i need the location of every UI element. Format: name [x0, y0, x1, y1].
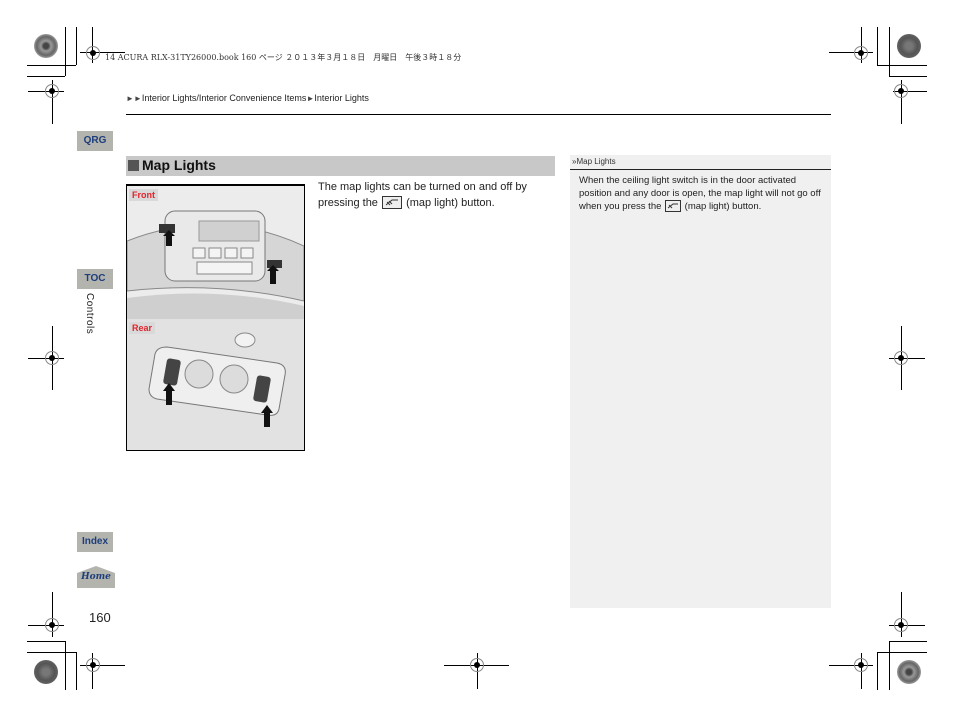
- crop-line: [877, 652, 878, 690]
- front-overhead-console-illustration: [127, 210, 304, 319]
- note-title: »Map Lights: [572, 157, 616, 166]
- qrg-button[interactable]: QRG: [77, 131, 113, 151]
- header-divider: [126, 114, 831, 115]
- map-light-icon: [665, 200, 682, 212]
- registration-mark-icon: [45, 84, 59, 98]
- registration-mark-icon: [854, 46, 868, 60]
- section-body: The map lights can be turned on and off …: [318, 179, 554, 211]
- crop-line: [27, 652, 76, 653]
- crop-line: [27, 76, 65, 77]
- note-divider: [570, 169, 831, 170]
- registration-dial-icon: [34, 660, 58, 684]
- home-label: Home: [81, 572, 111, 582]
- crop-line: [27, 641, 65, 642]
- front-label: Front: [129, 189, 158, 201]
- breadcrumb: ►►Interior Lights/Interior Convenience I…: [126, 93, 369, 103]
- page-number: 160: [89, 610, 111, 625]
- crop-line: [877, 652, 927, 653]
- crop-line: [65, 27, 66, 76]
- crop-line: [76, 652, 77, 690]
- registration-dial-icon: [897, 34, 921, 58]
- registration-dial-icon: [897, 660, 921, 684]
- body-text-end: (map light) button.: [406, 197, 495, 209]
- breadcrumb-current: Interior Lights: [314, 93, 369, 103]
- map-lights-figure: Front Rear: [126, 184, 305, 451]
- registration-mark-icon: [86, 658, 100, 672]
- breadcrumb-link[interactable]: Interior Lights/Interior Convenience Ite…: [142, 93, 307, 103]
- front-illustration: [127, 186, 304, 319]
- toc-button[interactable]: TOC: [77, 269, 113, 289]
- rear-console-illustration: [148, 332, 286, 427]
- chapter-label: Controls: [84, 293, 95, 335]
- registration-mark-icon: [470, 658, 484, 672]
- registration-mark-icon: [894, 618, 908, 632]
- print-header: 14 ACURA RLX-31TY26000.book 160 ページ ２０１３…: [105, 53, 462, 62]
- registration-mark-icon: [45, 618, 59, 632]
- map-light-icon: [382, 196, 402, 209]
- registration-dial-icon: [34, 34, 58, 58]
- registration-mark-icon: [894, 351, 908, 365]
- crop-line: [65, 641, 66, 690]
- crop-line: [27, 65, 76, 66]
- breadcrumb-arrows-icon: ►►: [126, 94, 142, 103]
- section-title: Map Lights: [142, 157, 216, 173]
- registration-mark-icon: [45, 351, 59, 365]
- registration-mark-icon: [894, 84, 908, 98]
- note-title-text: Map Lights: [576, 157, 616, 166]
- crop-line: [889, 641, 927, 642]
- crop-line: [76, 27, 77, 65]
- registration-mark-icon: [854, 658, 868, 672]
- side-note: »Map Lights When the ceiling light switc…: [570, 155, 831, 608]
- note-body: When the ceiling light switch is in the …: [579, 174, 829, 213]
- crop-line: [889, 27, 890, 76]
- crop-line: [877, 27, 878, 65]
- registration-mark-icon: [86, 46, 100, 60]
- note-text-end: (map light) button.: [684, 201, 762, 212]
- home-button[interactable]: Home: [77, 566, 115, 588]
- index-button[interactable]: Index: [77, 532, 113, 552]
- crop-line: [889, 641, 890, 690]
- heading-square-icon: [128, 160, 139, 171]
- crop-line: [877, 65, 927, 66]
- rear-illustration: [127, 319, 304, 450]
- rear-label: Rear: [129, 322, 156, 334]
- section-heading: Map Lights: [126, 156, 555, 176]
- crop-line: [889, 76, 927, 77]
